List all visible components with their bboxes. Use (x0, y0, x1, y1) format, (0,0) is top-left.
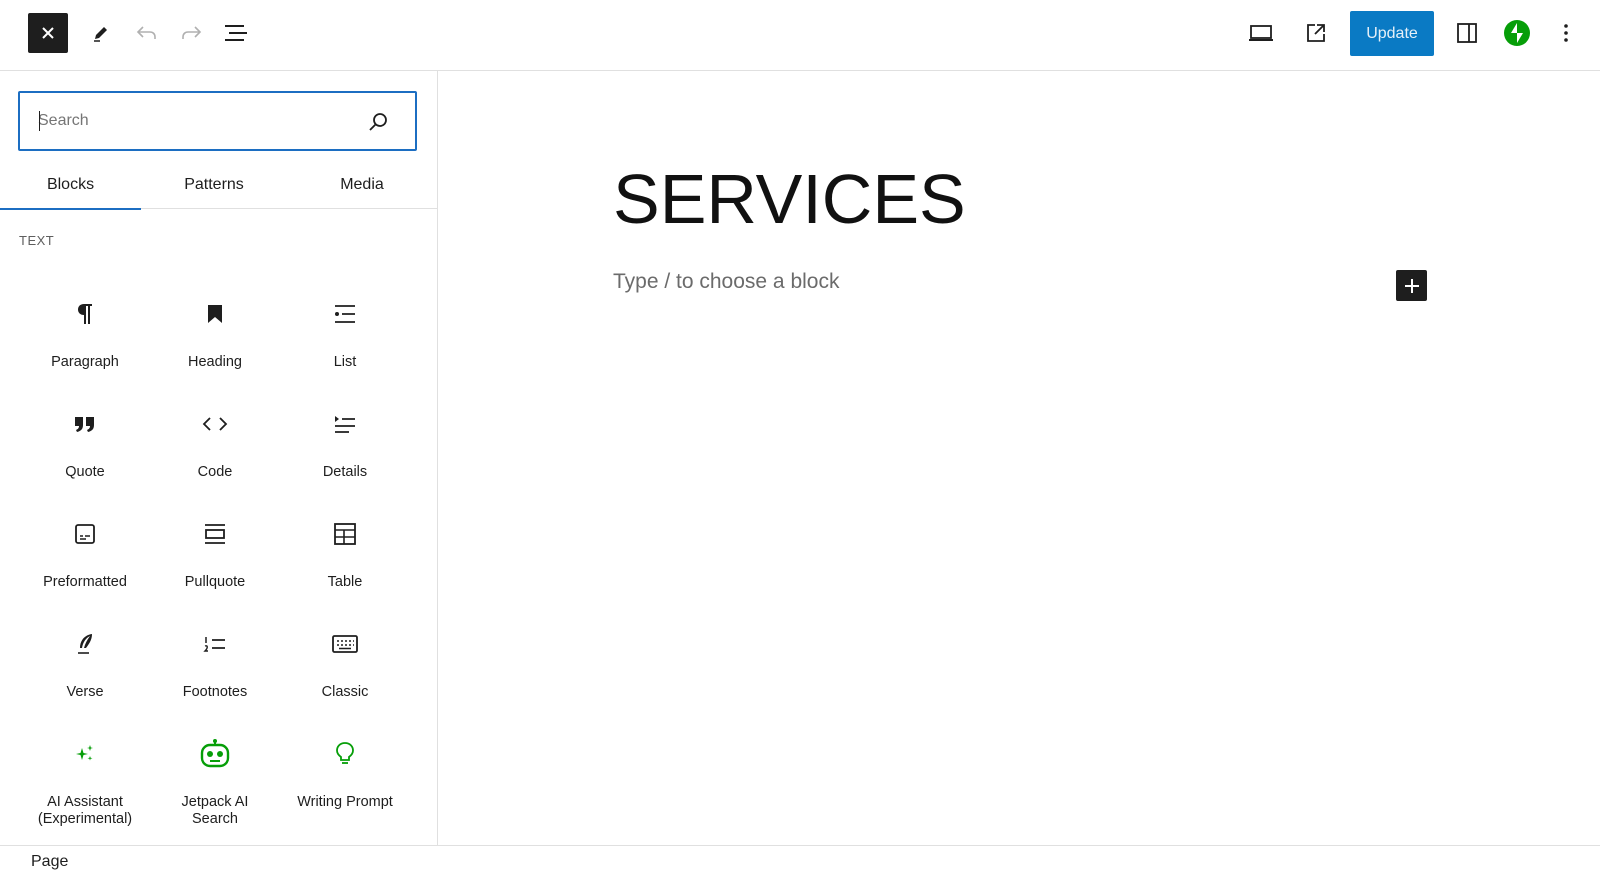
block-label: List (333, 354, 357, 370)
quote-icon (75, 417, 94, 432)
preformatted-icon (75, 524, 95, 544)
block-label: Footnotes (182, 684, 248, 700)
block-heading[interactable]: Heading (149, 281, 281, 391)
search-input[interactable] (20, 93, 340, 149)
tab-patterns[interactable]: Patterns (141, 161, 287, 209)
update-button[interactable]: Update (1350, 11, 1434, 56)
block-label: Preformatted (43, 574, 127, 590)
pullquote-icon (205, 524, 225, 544)
block-label: Details (322, 464, 368, 480)
block-footnotes[interactable]: Footnotes (149, 611, 281, 721)
details-icon (335, 416, 355, 433)
bookmark-icon (208, 305, 222, 323)
undo-button[interactable] (127, 13, 167, 53)
sparkles-icon (76, 745, 93, 761)
breadcrumb-page[interactable]: Page (31, 853, 68, 871)
jetpack-icon (1504, 20, 1530, 46)
block-label: AI Assistant (Experimental) (37, 794, 133, 827)
block-paragraph[interactable]: Paragraph (19, 281, 151, 391)
footnotes-icon (203, 637, 225, 652)
tools-button[interactable] (81, 13, 121, 53)
block-jetpack-ai-search[interactable]: Jetpack AI Search (149, 721, 281, 831)
block-inserter-panel: Blocks Patterns Media TEXT Paragraph Hea… (0, 71, 438, 845)
close-inserter-button[interactable] (28, 13, 68, 53)
search-icon (369, 113, 387, 131)
quill-icon (78, 634, 92, 654)
robot-icon (200, 739, 230, 768)
block-writing-prompt[interactable]: Writing Prompt (279, 721, 411, 831)
block-code[interactable]: Code (149, 391, 281, 501)
block-label: Classic (321, 684, 369, 700)
search-box (18, 91, 417, 151)
block-label: Code (197, 464, 233, 480)
block-list[interactable]: List (279, 281, 411, 391)
code-icon (202, 417, 228, 431)
add-block-button[interactable] (1396, 270, 1427, 301)
external-link-icon (1307, 24, 1325, 42)
options-menu-button[interactable] (1546, 13, 1586, 53)
block-label: Pullquote (184, 574, 246, 590)
page-title[interactable]: SERVICES (613, 159, 966, 239)
block-label: Heading (187, 354, 242, 370)
view-page-button[interactable] (1296, 13, 1336, 53)
editor-toolbar: Update (0, 0, 1600, 71)
block-label: Jetpack AI Search (181, 794, 249, 827)
undo-icon (136, 26, 156, 39)
block-ai-assistant[interactable]: AI Assistant (Experimental) (19, 721, 151, 831)
tab-blocks[interactable]: Blocks (0, 161, 141, 210)
block-label: Paragraph (51, 354, 119, 370)
block-verse[interactable]: Verse (19, 611, 151, 721)
jetpack-button[interactable] (1497, 13, 1537, 53)
editor-canvas: SERVICES Type / to choose a block (439, 71, 1600, 845)
list-view-icon (225, 25, 247, 41)
section-title: TEXT (19, 233, 55, 248)
document-overview-button[interactable] (216, 13, 256, 53)
redo-icon (182, 26, 202, 39)
block-preformatted[interactable]: Preformatted (19, 501, 151, 611)
block-placeholder[interactable]: Type / to choose a block (613, 270, 839, 294)
block-label: Quote (65, 464, 105, 480)
settings-sidebar-button[interactable] (1447, 13, 1487, 53)
block-pullquote[interactable]: Pullquote (149, 501, 281, 611)
keyboard-icon (332, 635, 358, 653)
text-caret (39, 111, 40, 131)
table-icon (334, 523, 356, 545)
tab-media[interactable]: Media (287, 161, 437, 209)
close-icon (42, 27, 54, 39)
block-label: Writing Prompt (297, 794, 393, 810)
block-breadcrumb-bar: Page (0, 845, 1600, 877)
inserter-tabs: Blocks Patterns Media (0, 161, 437, 210)
block-details[interactable]: Details (279, 391, 411, 501)
block-classic[interactable]: Classic (279, 611, 411, 721)
block-label: Verse (66, 684, 104, 700)
sidebar-icon (1457, 23, 1477, 43)
laptop-icon (1249, 25, 1273, 41)
more-vertical-icon (1564, 24, 1568, 42)
pencil-icon (94, 27, 107, 42)
block-quote[interactable]: Quote (19, 391, 151, 501)
block-table[interactable]: Table (279, 501, 411, 611)
redo-button[interactable] (171, 13, 211, 53)
block-label: Table (327, 574, 363, 590)
plus-icon (1404, 278, 1419, 293)
lightbulb-icon (336, 742, 354, 764)
preview-device-button[interactable] (1241, 13, 1281, 53)
list-icon (335, 305, 355, 323)
paragraph-icon (78, 304, 92, 324)
